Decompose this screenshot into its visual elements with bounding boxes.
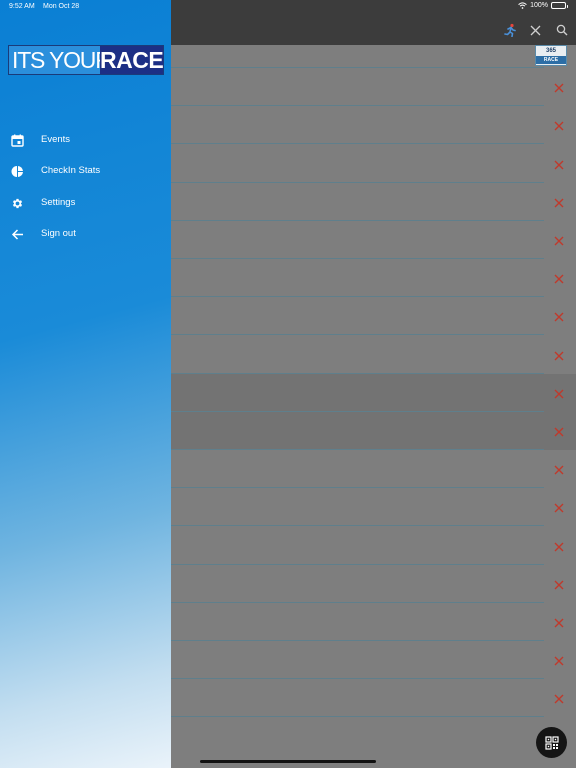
race-365-badge: 365 RACE (535, 45, 567, 66)
qr-code-icon (544, 735, 559, 750)
menu-item-sign-out[interactable]: Sign out (0, 220, 171, 248)
status-time: 9:52 AM (9, 3, 35, 10)
menu-item-settings[interactable]: Settings (0, 189, 171, 217)
delete-x-icon[interactable] (554, 653, 566, 666)
battery-percent: 100% (530, 2, 548, 9)
its-your-race-logo: ITS YOUR RACE (8, 45, 164, 75)
calendar-icon (10, 133, 24, 147)
menu-label: Sign out (41, 228, 76, 239)
delete-x-icon[interactable] (554, 577, 566, 590)
delete-x-icon[interactable] (554, 615, 566, 628)
logo-right-text: RACE (100, 46, 164, 74)
pie-chart-icon (10, 164, 24, 178)
status-bar: 9:52 AM Mon Oct 28 100% (0, 0, 576, 14)
menu-item-checkin-stats[interactable]: CheckIn Stats (0, 157, 171, 185)
gear-icon (10, 196, 24, 210)
delete-x-icon[interactable] (554, 233, 566, 246)
delete-x-icon[interactable] (554, 157, 566, 170)
navigation-drawer: ITS YOUR RACE Events CheckIn Stats Setti… (0, 0, 171, 768)
menu-item-events[interactable]: Events (0, 126, 171, 154)
menu-label: Events (41, 134, 71, 145)
delete-x-icon[interactable] (554, 80, 566, 93)
delete-x-icon[interactable] (554, 539, 566, 552)
delete-x-icon[interactable] (554, 500, 566, 513)
menu-label: CheckIn Stats (41, 165, 101, 176)
delete-x-icon[interactable] (554, 271, 566, 284)
home-indicator (200, 760, 376, 763)
badge-top-text: 365 (545, 48, 556, 54)
menu-label: Settings (41, 197, 76, 208)
delete-x-icon[interactable] (554, 462, 566, 475)
delete-x-icon[interactable] (554, 309, 566, 322)
status-date: Mon Oct 28 (43, 3, 80, 10)
delete-x-icon[interactable] (554, 348, 566, 361)
battery-icon (551, 2, 568, 9)
arrow-left-icon (10, 227, 24, 241)
delete-x-icon[interactable] (554, 118, 566, 131)
delete-x-icon[interactable] (554, 691, 566, 704)
badge-bottom-text: RACE (536, 56, 566, 64)
delete-x-icon[interactable] (554, 424, 566, 437)
qr-scan-button[interactable] (536, 727, 567, 758)
logo-left-text: ITS YOUR (9, 46, 112, 74)
delete-x-icon[interactable] (554, 386, 566, 399)
delete-x-icon[interactable] (554, 195, 566, 208)
wifi-icon (518, 2, 527, 9)
